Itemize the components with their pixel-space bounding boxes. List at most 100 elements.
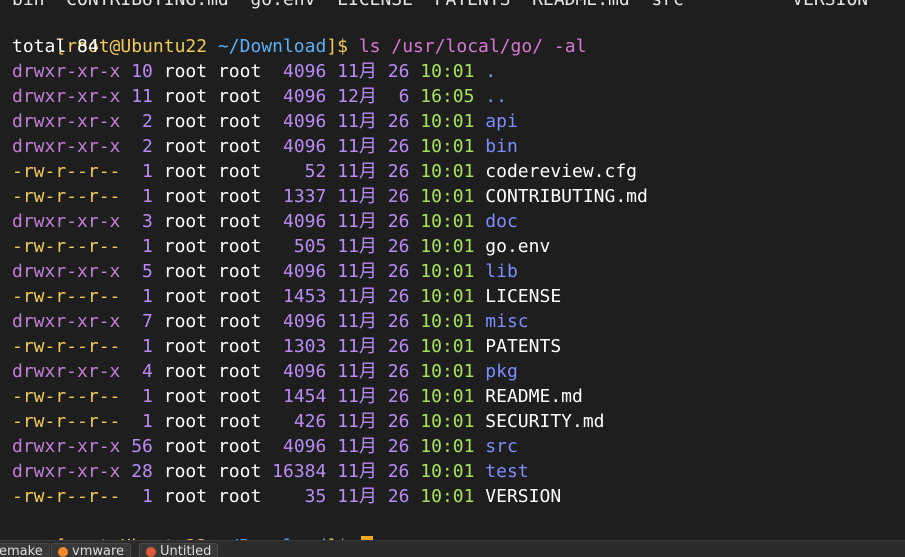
file-size: 426 [283, 411, 327, 432]
owner: root [163, 411, 208, 432]
file-size: 52 [283, 161, 327, 182]
entry-name: doc [485, 211, 518, 232]
month: 11月 [337, 486, 377, 507]
listing-row: -rw-r--r-- 1 root root 1337 11月 26 10:01… [12, 184, 648, 209]
group: root [217, 211, 262, 232]
group: root [217, 461, 262, 482]
circle-icon [58, 546, 68, 557]
permissions: -rw-r--r-- [12, 161, 121, 182]
time: 10:01 [420, 436, 475, 457]
link-count: 1 [131, 411, 153, 432]
command-text: ls /usr/local/go/ -al [358, 36, 587, 57]
month: 11月 [337, 311, 377, 332]
listing-row: drwxr-xr-x 10 root root 4096 11月 26 10:0… [12, 59, 496, 84]
prompt-bracket-close: ]$ [326, 36, 348, 57]
entry-name: PATENTS [485, 336, 562, 357]
link-count: 7 [131, 311, 153, 332]
prompt-line-current[interactable]: [root@Ubuntu22 ~/Download]$ [12, 509, 373, 540]
taskbar-item-label: emake [0, 544, 43, 557]
entry-name: src [485, 436, 518, 457]
file-size: 1303 [283, 336, 327, 357]
owner: root [163, 261, 208, 282]
listing-row: -rw-r--r-- 1 root root 1454 11月 26 10:01… [12, 384, 583, 409]
prompt-path: ~/Download [217, 36, 327, 57]
listing-row: drwxr-xr-x 2 root root 4096 11月 26 10:01… [12, 109, 518, 134]
month: 11月 [337, 411, 377, 432]
permissions: -rw-r--r-- [12, 336, 121, 357]
group: root [217, 336, 262, 357]
entry-name: api [485, 111, 518, 132]
month: 11月 [337, 111, 377, 132]
link-count: 5 [131, 261, 153, 282]
permissions: -rw-r--r-- [12, 486, 121, 507]
permissions: drwxr-xr-x [12, 111, 121, 132]
time: 10:01 [420, 136, 475, 157]
taskbar: emake vmware Untitled [0, 540, 905, 557]
file-size: 505 [283, 236, 327, 257]
group: root [217, 361, 262, 382]
time: 10:01 [420, 336, 475, 357]
time: 10:01 [420, 486, 475, 507]
day: 26 [387, 161, 410, 182]
day: 26 [387, 411, 410, 432]
link-count: 10 [131, 61, 153, 82]
owner: root [163, 286, 208, 307]
file-size: 16384 [272, 461, 327, 482]
owner: root [163, 136, 208, 157]
month: 11月 [337, 336, 377, 357]
group: root [217, 261, 262, 282]
day: 26 [387, 361, 410, 382]
link-count: 4 [131, 361, 153, 382]
permissions: -rw-r--r-- [12, 286, 121, 307]
group: root [217, 186, 262, 207]
permissions: -rw-r--r-- [12, 186, 121, 207]
group: root [217, 236, 262, 257]
day: 26 [387, 61, 410, 82]
day: 26 [387, 311, 410, 332]
entry-name: codereview.cfg [485, 161, 638, 182]
day: 26 [387, 111, 410, 132]
entry-name: CONTRIBUTING.md [485, 186, 648, 207]
month: 11月 [337, 236, 377, 257]
month: 11月 [337, 461, 377, 482]
group: root [217, 436, 262, 457]
taskbar-item[interactable]: vmware [51, 543, 132, 557]
month: 11月 [337, 211, 377, 232]
group: root [217, 311, 262, 332]
permissions: drwxr-xr-x [12, 436, 121, 457]
taskbar-item[interactable]: emake [0, 543, 50, 557]
time: 16:05 [420, 86, 475, 107]
link-count: 2 [131, 136, 153, 157]
file-size: 4096 [283, 261, 327, 282]
permissions: drwxr-xr-x [12, 211, 121, 232]
taskbar-item[interactable]: Untitled [139, 543, 219, 557]
entry-name: pkg [485, 361, 518, 382]
permissions: drwxr-xr-x [12, 361, 121, 382]
month: 11月 [337, 136, 377, 157]
link-count: 56 [131, 436, 153, 457]
file-size: 4096 [283, 136, 327, 157]
time: 10:01 [420, 361, 475, 382]
file-size: 4096 [283, 436, 327, 457]
owner: root [163, 211, 208, 232]
file-size: 4096 [283, 111, 327, 132]
owner: root [163, 386, 208, 407]
day: 6 [387, 86, 410, 107]
link-count: 1 [131, 161, 153, 182]
owner: root [163, 486, 208, 507]
month: 11月 [337, 61, 377, 82]
listing-row: -rw-r--r-- 1 root root 1453 11月 26 10:01… [12, 284, 561, 309]
terminal-window[interactable]: bin CONTRIBUTING.md go.env LICENSE PATEN… [0, 0, 905, 540]
time: 10:01 [420, 411, 475, 432]
link-count: 1 [131, 336, 153, 357]
file-size: 4096 [283, 361, 327, 382]
month: 12月 [337, 86, 377, 107]
listing-row: -rw-r--r-- 1 root root 505 11月 26 10:01 … [12, 234, 550, 259]
file-size: 4096 [283, 86, 327, 107]
month: 11月 [337, 386, 377, 407]
file-size: 1453 [283, 286, 327, 307]
permissions: drwxr-xr-x [12, 61, 121, 82]
group: root [217, 411, 262, 432]
owner: root [163, 336, 208, 357]
group: root [217, 486, 262, 507]
